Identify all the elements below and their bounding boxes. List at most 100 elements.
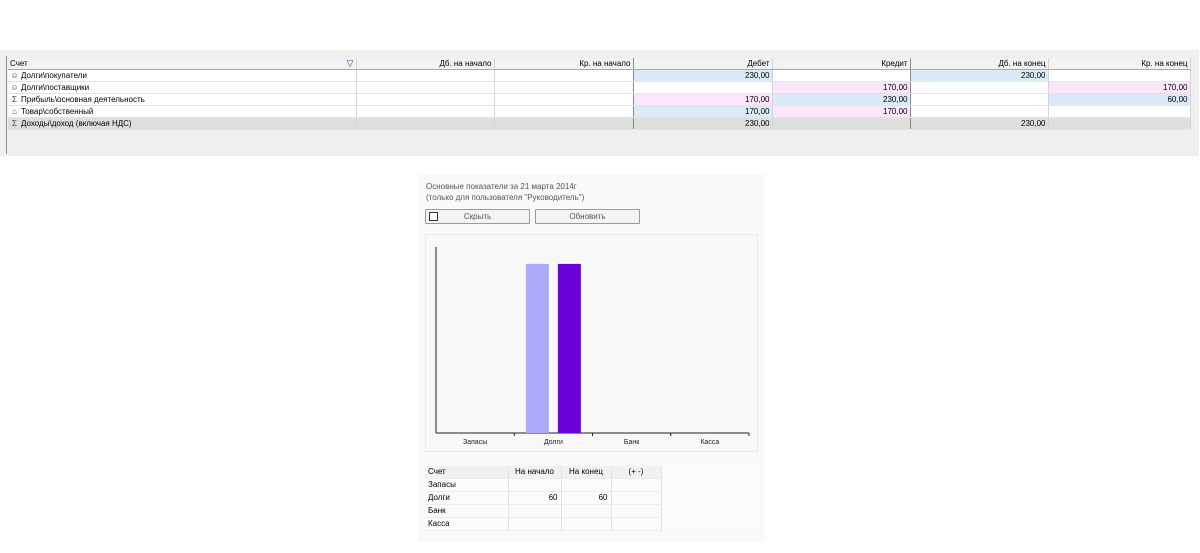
col-header-account-label: Счет xyxy=(10,59,28,68)
summary-header-row: Счет На начало На конец (+ -) xyxy=(425,466,758,479)
table-row[interactable]: Σ Прибыль\основная деятельность 170,00 23… xyxy=(8,93,1191,106)
account-label: Долги\покупатели xyxy=(21,71,87,80)
credit-cell xyxy=(772,69,911,82)
summary-blank xyxy=(661,478,758,492)
summary-blank xyxy=(661,504,758,518)
credit-cell: 170,00 xyxy=(772,105,911,118)
summary-diff xyxy=(611,491,662,505)
col-header-account[interactable]: Счет ▽ xyxy=(8,58,357,70)
summary-start xyxy=(508,517,562,531)
summary-account: Долги xyxy=(425,491,509,505)
table-row[interactable]: ☺ Долги\покупатели 230,00 230,00 xyxy=(8,69,1191,82)
db-end-cell xyxy=(910,81,1049,94)
debit-cell: 230,00 xyxy=(633,117,773,130)
db-start-cell xyxy=(356,117,495,130)
summary-diff xyxy=(611,517,662,531)
summary-diff xyxy=(611,504,662,518)
bar xyxy=(557,263,581,433)
kr-start-cell xyxy=(494,93,634,106)
summary-account: Касса xyxy=(425,517,509,531)
grid-left-border xyxy=(6,56,7,154)
db-start-cell xyxy=(356,69,495,82)
account-cell: ☺ Долги\поставщики xyxy=(8,81,357,94)
db-start-cell xyxy=(356,93,495,106)
db-end-cell: 230,00 xyxy=(910,117,1049,130)
summary-row: Долги 60 60 xyxy=(425,491,758,505)
account-cell: Σ Доходы\доход (включая НДС) xyxy=(8,117,357,130)
account-label: Доходы\доход (включая НДС) xyxy=(21,119,132,128)
person-icon: ☺ xyxy=(10,71,19,80)
kr-start-cell xyxy=(494,117,634,130)
credit-cell: 170,00 xyxy=(772,81,911,94)
account-cell: Σ Прибыль\основная деятельность xyxy=(8,93,357,106)
credit-cell xyxy=(772,117,911,130)
summary-diff xyxy=(611,478,662,492)
debit-cell: 170,00 xyxy=(633,105,773,118)
dashboard-title: Основные показатели за 21 марта 2014г xyxy=(426,182,577,191)
col-header-db-end[interactable]: Дб. на конец xyxy=(910,58,1049,70)
kr-end-cell: 170,00 xyxy=(1048,81,1191,94)
col-header-kr-end[interactable]: Кр. на конец xyxy=(1048,58,1191,70)
dashboard-subtitle: (только для пользователя "Руководитель") xyxy=(426,193,585,202)
col-header-db-start[interactable]: Дб. на начало xyxy=(356,58,495,70)
kr-start-cell xyxy=(494,105,634,118)
summary-blank xyxy=(661,466,758,479)
col-header-credit[interactable]: Кредит xyxy=(772,58,911,70)
summary-col-start: На начало xyxy=(508,466,562,479)
person-icon: ☺ xyxy=(10,83,19,92)
summary-col-diff: (+ -) xyxy=(611,466,662,479)
summary-start xyxy=(508,478,562,492)
filter-icon[interactable]: ▽ xyxy=(347,58,354,69)
account-label: Долги\поставщики xyxy=(21,83,90,92)
hide-checkbox-button[interactable]: Скрыть xyxy=(425,209,530,224)
table-row[interactable]: ☺ Долги\поставщики 170,00 170,00 xyxy=(8,81,1191,94)
refresh-button[interactable]: Обновить xyxy=(535,209,640,224)
debit-cell: 230,00 xyxy=(633,69,773,82)
kr-end-cell xyxy=(1048,69,1191,82)
summary-row: Запасы xyxy=(425,478,758,492)
account-cell: ☺ Долги\покупатели xyxy=(8,69,357,82)
bar-chart: Запасы Долги Банк Касса xyxy=(435,247,750,446)
debit-cell: 170,00 xyxy=(633,93,773,106)
x-tick-label: Запасы xyxy=(463,439,487,446)
checkbox-icon[interactable] xyxy=(429,212,438,221)
col-header-kr-start[interactable]: Кр. на начало xyxy=(494,58,634,70)
accounts-grid[interactable]: Счет ▽ Дб. на начало Кр. на начало Дебет … xyxy=(8,58,1191,130)
summary-row: Банк xyxy=(425,504,758,518)
kr-end-cell xyxy=(1048,105,1191,118)
summary-blank xyxy=(661,491,758,505)
db-start-cell xyxy=(356,81,495,94)
sigma-icon: Σ xyxy=(12,95,17,104)
summary-blank xyxy=(661,517,758,531)
table-row[interactable]: ⌂ Товар\собственный 170,00 170,00 xyxy=(8,105,1191,118)
summary-account: Банк xyxy=(425,504,509,518)
account-label: Прибыль\основная деятельность xyxy=(21,95,145,104)
house-icon: ⌂ xyxy=(12,107,17,116)
x-tick-label: Касса xyxy=(700,439,719,446)
kr-end-cell xyxy=(1048,117,1191,130)
summary-col-end: На конец xyxy=(561,466,612,479)
db-start-cell xyxy=(356,105,495,118)
col-header-debit[interactable]: Дебет xyxy=(633,58,773,70)
hide-label: Скрыть xyxy=(463,212,492,221)
db-end-cell xyxy=(910,105,1049,118)
kr-end-cell: 60,00 xyxy=(1048,93,1191,106)
account-cell: ⌂ Товар\собственный xyxy=(8,105,357,118)
summary-end xyxy=(561,478,612,492)
account-label: Товар\собственный xyxy=(21,107,94,116)
summary-start: 60 xyxy=(508,491,562,505)
table-row-selected[interactable]: Σ Доходы\доход (включая НДС) 230,00 230,0… xyxy=(8,117,1191,130)
db-end-cell: 230,00 xyxy=(910,69,1049,82)
bar xyxy=(525,263,549,433)
summary-end xyxy=(561,504,612,518)
debit-cell xyxy=(633,81,773,94)
kr-start-cell xyxy=(494,69,634,82)
kr-start-cell xyxy=(494,81,634,94)
summary-table: Счет На начало На конец (+ -) Запасы Дол… xyxy=(425,466,758,531)
dashboard-panel: Основные показатели за 21 марта 2014г (т… xyxy=(418,174,764,542)
x-tick-label: Долги xyxy=(544,439,563,446)
x-tick-label: Банк xyxy=(624,439,640,446)
summary-col-account: Счет xyxy=(425,466,509,479)
chart-area: Запасы Долги Банк Касса xyxy=(425,234,758,452)
summary-account: Запасы xyxy=(425,478,509,492)
